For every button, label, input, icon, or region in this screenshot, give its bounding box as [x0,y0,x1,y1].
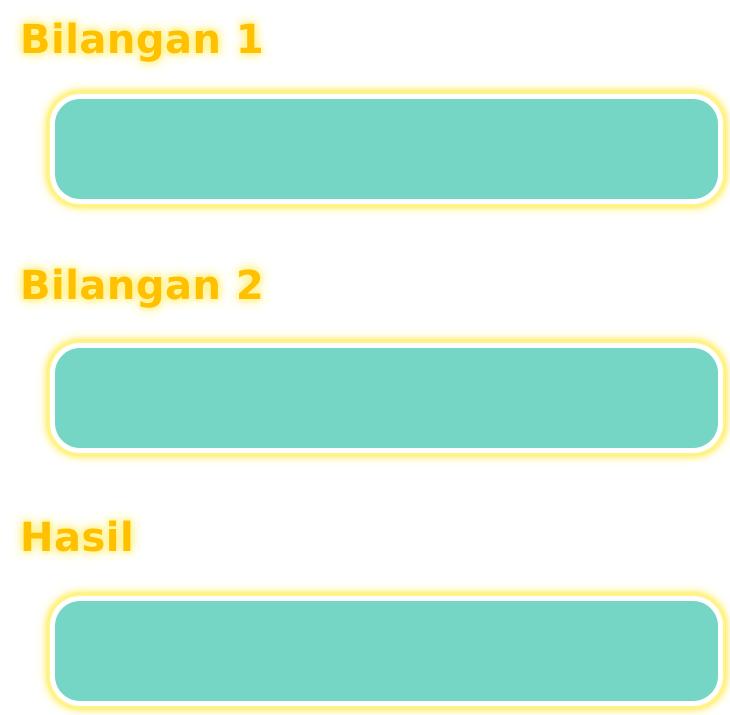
bilangan-1-input[interactable] [55,99,718,199]
hasil-output[interactable] [55,601,718,701]
hasil-label-text: Hasil [20,515,135,561]
bilangan-1-label: Bilangan 1 [20,14,264,66]
bilangan-2-label: Bilangan 2 [20,260,264,312]
bilangan-2-field-frame [50,343,723,453]
hasil-field-frame [50,596,723,706]
bilangan-1-label-text: Bilangan 1 [20,17,265,63]
hasil-label: Hasil [20,512,134,564]
bilangan-2-input[interactable] [55,348,718,448]
bilangan-1-field-frame [50,94,723,204]
bilangan-2-label-text: Bilangan 2 [20,263,265,309]
